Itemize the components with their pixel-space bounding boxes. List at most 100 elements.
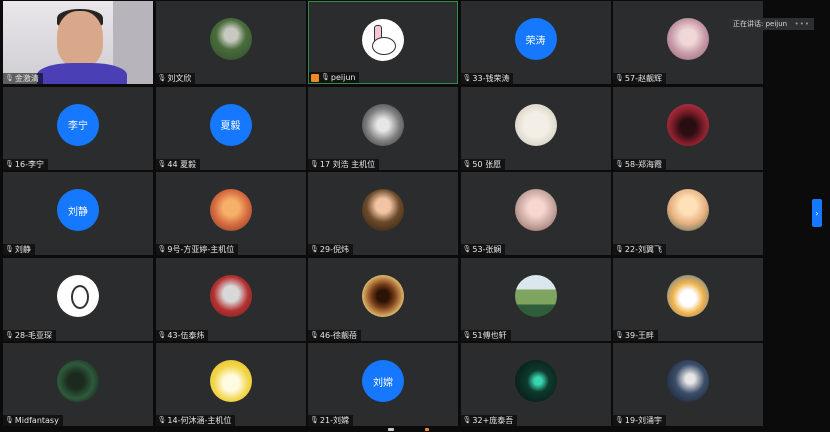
avatar-image — [667, 189, 709, 231]
participant-nameplate: 🎙 17 刘浩 主机位 — [308, 158, 380, 170]
participant-name: 9号-方亚婷-主机位 — [167, 245, 235, 254]
mic-icon: 🎙 — [462, 74, 472, 82]
toolbar-edge-mark — [388, 428, 394, 431]
participant-nameplate: 🎙 29-倪炜 — [308, 244, 353, 255]
participant-nameplate: 🎙 58-郑海霞 — [613, 158, 666, 170]
avatar-image — [514, 274, 557, 317]
participant-avatar: 荣涛 — [514, 18, 557, 60]
avatar-image — [667, 274, 709, 317]
participant-name: 19-刘涌宇 — [624, 416, 662, 425]
mic-icon: 🎙 — [5, 74, 14, 82]
participant-tile[interactable]: 🎙 9号-方亚婷-主机位 — [155, 172, 306, 255]
participant-avatar — [209, 274, 252, 317]
mic-icon: 🎙 — [615, 416, 624, 424]
video-feed-part — [57, 11, 103, 67]
participant-tile[interactable]: 🎙 19-刘涌宇 — [613, 343, 763, 426]
participant-name: 28-毛亚琛 — [14, 330, 52, 340]
participant-tile[interactable]: 刘嫦 🎙 21-刘嫦 — [308, 343, 458, 426]
participant-nameplate: 🎙 46-徐靓蓓 — [308, 329, 361, 341]
participant-avatar — [362, 274, 404, 317]
participant-nameplate: 🎙 14-何沐涵-主机位 — [155, 415, 236, 426]
participant-tile[interactable]: 🎙 Midfantasy — [3, 343, 153, 426]
mic-icon: 🎙 — [615, 245, 624, 253]
mic-icon: 🎙 — [462, 416, 472, 424]
avatar-image — [362, 103, 404, 146]
more-icon[interactable]: ••• — [795, 20, 810, 28]
participant-avatar: 刘静 — [57, 189, 99, 231]
participant-tile[interactable]: 🎙 50 张愿 — [460, 86, 611, 170]
participant-tile[interactable]: 🎙 14-何沐涵-主机位 — [155, 343, 306, 426]
participant-avatar — [667, 18, 709, 60]
avatar-image — [667, 360, 709, 402]
participant-tile[interactable]: 李宁 🎙 16-李宁 — [3, 86, 153, 170]
participant-name: 58-郑海霞 — [624, 159, 662, 169]
participant-name: 57-赵靓辉 — [624, 74, 662, 83]
participant-tile[interactable]: 🎙 金激清 — [3, 1, 153, 84]
participant-avatar — [362, 19, 404, 61]
mic-icon: 🎙 — [5, 330, 14, 339]
participant-avatar — [514, 103, 557, 146]
speaking-indicator[interactable]: 正在讲话: peijun ••• — [729, 18, 814, 30]
mic-icon: 🎙 — [615, 330, 624, 339]
participant-tile[interactable]: 夏毅 🎙 44 夏毅 — [155, 86, 306, 170]
participant-tile[interactable]: 刘静 🎙 刘静 — [3, 172, 153, 255]
participant-nameplate: 🎙 19-刘涌宇 — [613, 415, 666, 426]
mic-icon: 🎙 — [310, 159, 319, 168]
participant-avatar — [362, 103, 404, 146]
participant-nameplate: 🎙 51傅也轩 — [460, 329, 511, 341]
participant-tile[interactable]: 🎙 51傅也轩 — [460, 257, 611, 341]
participant-tile[interactable]: 🎙 peijun — [308, 1, 458, 84]
participant-nameplate: 🎙 39-王畔 — [613, 329, 658, 341]
participant-nameplate: 🎙 28-毛亚琛 — [3, 329, 56, 341]
mic-icon: 🎙 — [157, 159, 167, 168]
participant-name: Midfantasy — [14, 416, 59, 425]
participant-avatar — [667, 360, 709, 402]
avatar-image — [209, 274, 252, 317]
participant-tile[interactable]: 🎙 43-伍泰炜 — [155, 257, 306, 341]
participant-name: 51傅也轩 — [472, 330, 507, 340]
participant-tile[interactable]: 🎙 58-郑海霞 — [613, 86, 763, 170]
mic-icon: 🎙 — [462, 330, 472, 339]
participant-name: 29-倪炜 — [319, 245, 349, 254]
participant-nameplate: 🎙 53-张娴 — [460, 244, 506, 255]
participant-tile[interactable]: 荣涛 🎙 33-钱荣涛 — [460, 1, 611, 84]
participant-tile[interactable]: 🎙 29-倪炜 — [308, 172, 458, 255]
mic-icon: 🎙 — [462, 245, 472, 253]
participant-tile[interactable]: 🎙 39-王畔 — [613, 257, 763, 341]
participant-avatar — [667, 189, 709, 231]
participant-tile[interactable]: 🎙 53-张娴 — [460, 172, 611, 255]
expand-panel-button[interactable]: › — [812, 199, 822, 227]
toolbar-edge-mark — [425, 428, 429, 431]
participant-tile[interactable]: 🎙 22-刘翼飞 — [613, 172, 763, 255]
avatar-image — [57, 360, 99, 402]
participant-tile[interactable]: 🎙 刘文欣 — [155, 1, 306, 84]
participant-avatar — [209, 189, 252, 231]
participant-name: 14-何沐涵-主机位 — [167, 416, 232, 425]
participant-nameplate: 🎙 9号-方亚婷-主机位 — [155, 244, 239, 255]
participant-tile[interactable]: 🎙 46-徐靓蓓 — [308, 257, 458, 341]
speaking-label: 正在讲话: peijun — [733, 20, 788, 28]
mic-icon: 🎙 — [310, 245, 319, 253]
participant-avatar — [667, 103, 709, 146]
mic-icon: 🎙 — [157, 416, 167, 424]
participant-name: 33-钱荣涛 — [472, 74, 510, 83]
participant-nameplate: 🎙 peijun — [309, 72, 360, 83]
participant-nameplate: 🎙 43-伍泰炜 — [155, 329, 209, 341]
participant-nameplate: 🎙 44 夏毅 — [155, 158, 201, 170]
participant-tile[interactable]: 🎙 17 刘浩 主机位 — [308, 86, 458, 170]
avatar-image — [667, 103, 709, 146]
avatar-initials: 刘嫦 — [373, 377, 393, 389]
participant-nameplate: 🎙 21-刘嫦 — [308, 415, 353, 426]
avatar-image — [514, 189, 557, 231]
avatar-image — [362, 189, 404, 231]
participant-name: 金激清 — [14, 74, 39, 83]
participant-tile[interactable]: 🎙 57-赵靓辉 — [613, 1, 763, 84]
avatar-image — [209, 18, 252, 60]
participant-name: peijun — [330, 73, 356, 82]
participant-tile[interactable]: 🎙 28-毛亚琛 — [3, 257, 153, 341]
participant-name: 16-李宁 — [14, 159, 44, 169]
participant-name: 32+庞泰吾 — [472, 416, 514, 425]
mic-icon: 🎙 — [5, 159, 14, 168]
participant-tile[interactable]: 🎙 32+庞泰吾 — [460, 343, 611, 426]
participant-avatar — [514, 360, 557, 402]
